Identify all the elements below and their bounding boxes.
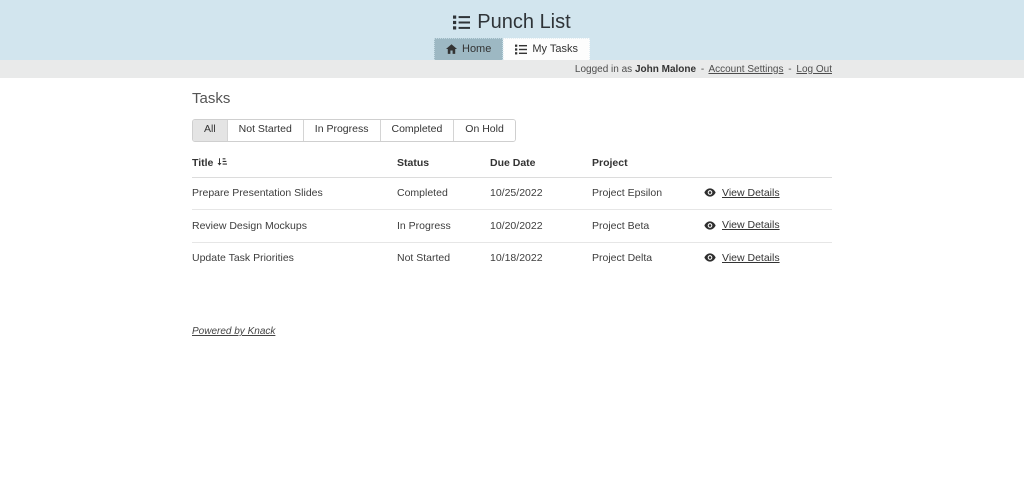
filter-on-hold[interactable]: On Hold <box>454 120 515 141</box>
eye-icon <box>704 188 716 197</box>
page: Punch List Home My T <box>0 0 1024 339</box>
separator: - <box>701 64 704 75</box>
task-project: Project Epsilon <box>592 177 704 210</box>
column-header-project[interactable]: Project <box>592 151 704 178</box>
separator: - <box>788 64 791 75</box>
tab-home-label: Home <box>462 43 491 55</box>
task-due-date: 10/25/2022 <box>490 177 592 210</box>
table-header-row: Title S <box>192 151 832 178</box>
app-title-text: Punch List <box>477 11 570 34</box>
status-filter-group: All Not Started In Progress Completed On… <box>192 119 516 142</box>
page-title: Tasks <box>192 90 832 107</box>
filter-completed[interactable]: Completed <box>381 120 455 141</box>
app-title: Punch List <box>453 0 570 34</box>
user-bar-inner: Logged in as John Malone - Account Setti… <box>192 64 832 75</box>
logged-in-text: Logged in as <box>575 64 632 75</box>
tab-home[interactable]: Home <box>434 38 503 60</box>
home-icon <box>446 44 457 54</box>
view-details-link[interactable]: View Details <box>722 219 780 231</box>
powered-by-link[interactable]: Powered by Knack <box>192 326 275 337</box>
task-title: Prepare Presentation Slides <box>192 177 397 210</box>
tab-my-tasks-label: My Tasks <box>532 43 578 55</box>
column-header-status[interactable]: Status <box>397 151 490 178</box>
task-status: Completed <box>397 177 490 210</box>
app-header: Punch List Home My T <box>0 0 1024 60</box>
sort-icon <box>217 157 227 170</box>
account-settings-link[interactable]: Account Settings <box>708 64 783 75</box>
filter-not-started[interactable]: Not Started <box>228 120 304 141</box>
column-header-due-date[interactable]: Due Date <box>490 151 592 178</box>
table-row: Prepare Presentation Slides Completed 10… <box>192 177 832 210</box>
task-status: In Progress <box>397 210 490 243</box>
eye-icon <box>704 221 716 230</box>
column-header-title[interactable]: Title <box>192 151 397 178</box>
task-due-date: 10/18/2022 <box>490 242 592 274</box>
task-title: Review Design Mockups <box>192 210 397 243</box>
table-row: Update Task Priorities Not Started 10/18… <box>192 242 832 274</box>
main-content: Tasks All Not Started In Progress Comple… <box>192 78 832 339</box>
column-header-title-label: Title <box>192 157 213 169</box>
table-row: Review Design Mockups In Progress 10/20/… <box>192 210 832 243</box>
task-status: Not Started <box>397 242 490 274</box>
task-title: Update Task Priorities <box>192 242 397 274</box>
task-project: Project Delta <box>592 242 704 274</box>
task-project: Project Beta <box>592 210 704 243</box>
tasks-table: Title S <box>192 151 832 275</box>
list-icon <box>453 15 470 30</box>
tab-my-tasks[interactable]: My Tasks <box>503 38 590 60</box>
task-due-date: 10/20/2022 <box>490 210 592 243</box>
list-icon <box>515 44 527 55</box>
eye-icon <box>704 253 716 262</box>
user-name: John Malone <box>635 64 696 75</box>
user-bar: Logged in as John Malone - Account Setti… <box>0 60 1024 78</box>
filter-in-progress[interactable]: In Progress <box>304 120 381 141</box>
log-out-link[interactable]: Log Out <box>796 64 832 75</box>
column-header-actions <box>704 151 832 178</box>
view-details-link[interactable]: View Details <box>722 252 780 264</box>
main-nav: Home My Tasks <box>0 38 1024 60</box>
view-details-link[interactable]: View Details <box>722 187 780 199</box>
filter-all[interactable]: All <box>193 120 228 141</box>
